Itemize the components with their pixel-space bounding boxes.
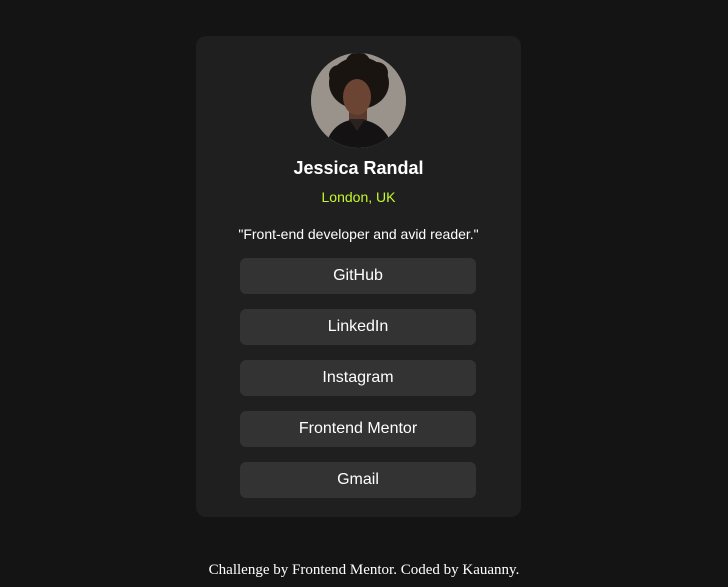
social-links: GitHub LinkedIn Instagram Frontend Mento… — [240, 258, 476, 513]
avatar — [311, 53, 406, 148]
profile-card: Jessica Randal London, UK "Front-end dev… — [196, 36, 521, 517]
gmail-link-button[interactable]: Gmail — [240, 462, 476, 498]
attribution-footer: Challenge by Frontend Mentor. Coded by K… — [208, 562, 520, 578]
github-link-button[interactable]: GitHub — [240, 258, 476, 294]
linkedin-link-button[interactable]: LinkedIn — [240, 309, 476, 345]
frontend-mentor-link-button[interactable]: Frontend Mentor — [240, 411, 476, 447]
profile-location: London, UK — [321, 189, 396, 205]
profile-bio: "Front-end developer and avid reader." — [238, 226, 479, 242]
avatar-image — [311, 53, 406, 148]
instagram-link-button[interactable]: Instagram — [240, 360, 476, 396]
profile-name: Jessica Randal — [293, 158, 424, 178]
